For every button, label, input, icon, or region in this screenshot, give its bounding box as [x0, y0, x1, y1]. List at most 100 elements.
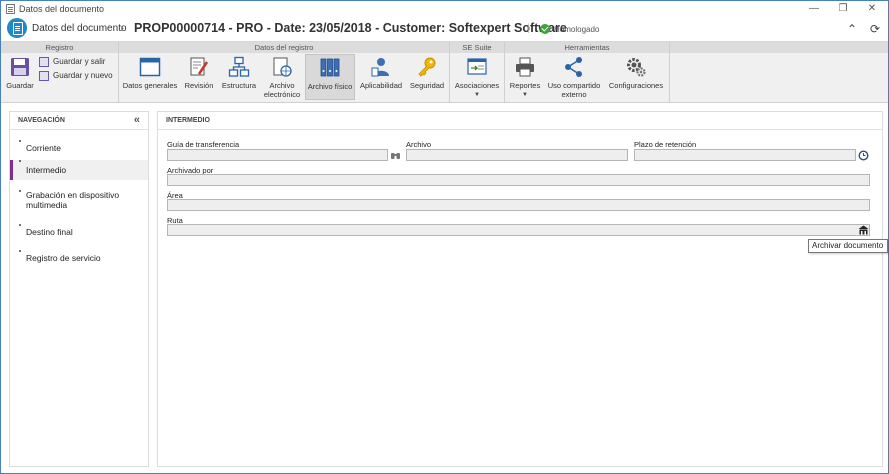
nav-item-registro-servicio[interactable]: Registro de servicio: [10, 250, 148, 266]
close-button[interactable]: ✕: [858, 2, 886, 16]
title-bar: Datos del documento — ❐ ✕: [1, 1, 888, 17]
window-title: Datos del documento: [19, 4, 105, 14]
navigation-title: NAVEGACIÓN: [18, 117, 65, 124]
group-datos-registro: Datos del registro: [119, 42, 449, 53]
revision-button[interactable]: Revisión: [182, 54, 216, 100]
document-window: Datos del documento — ❐ ✕ Datos del docu…: [0, 0, 889, 474]
seguridad-button[interactable]: Seguridad: [407, 54, 447, 100]
share-icon: [565, 57, 582, 77]
save-button[interactable]: Guardar: [4, 54, 36, 100]
archivo-electronico-button[interactable]: Archivo electrónico: [262, 54, 302, 100]
status-badge: Homologado: [554, 25, 600, 34]
reportes-label: Reportes: [509, 81, 541, 90]
key-icon: [418, 57, 436, 77]
estructura-button[interactable]: Estructura: [220, 54, 258, 100]
save-label: Guardar: [6, 81, 34, 90]
floppy-disk-icon: [11, 58, 29, 76]
plazo-retencion-input[interactable]: [634, 149, 856, 161]
aplicabilidad-button[interactable]: Aplicabilidad: [358, 54, 404, 100]
archivo-electronico-label-2: electrónico: [263, 90, 301, 99]
printer-icon: [516, 57, 534, 77]
navigation-header: NAVEGACIÓN «: [10, 112, 148, 130]
binders-icon: [320, 58, 340, 77]
group-se-suite: SE Suite: [450, 42, 504, 53]
nav-item-label: Corriente: [26, 143, 61, 153]
main-panel: INTERMEDIO Guía de transferencia Archivo…: [157, 111, 883, 467]
archive-building-icon[interactable]: [858, 225, 869, 236]
breadcrumb[interactable]: Datos del documento: [32, 23, 127, 34]
configuraciones-label: Configuraciones: [608, 81, 664, 90]
refresh-icon[interactable]: ⟳: [867, 21, 883, 37]
group-herramientas: Herramientas: [505, 42, 669, 53]
page-title: PROP00000714 - PRO - Date: 23/05/2018 - …: [134, 21, 567, 35]
chevron-right-icon: ›: [120, 21, 124, 35]
restore-button[interactable]: ❐: [829, 2, 857, 16]
hierarchy-icon: [228, 56, 250, 77]
uso-compartido-externo-button[interactable]: Uso compartido externo: [546, 54, 602, 100]
chevron-down-icon: ▼: [474, 92, 480, 98]
plazo-retencion-label: Plazo de retención: [634, 140, 697, 149]
tooltip: Archivar documento: [808, 239, 888, 253]
save-and-exit-label: Guardar y salir: [53, 57, 106, 66]
collapse-ribbon-icon[interactable]: ⌃: [844, 21, 860, 37]
divider: |: [527, 23, 530, 34]
group-empty: [670, 42, 888, 53]
group-divider: [669, 42, 670, 102]
nav-item-label: Grabación en dispositivo multimedia: [26, 190, 120, 210]
binoculars-icon[interactable]: [390, 150, 401, 161]
archivo-fisico-button[interactable]: Archivo físico: [305, 54, 355, 100]
area-input[interactable]: [167, 199, 870, 211]
reportes-button[interactable]: Reportes ▼: [508, 54, 542, 100]
document-app-icon: [6, 4, 15, 14]
window-form-icon: [139, 57, 161, 77]
group-registro: Registro: [1, 42, 118, 53]
group-divider: [449, 42, 450, 102]
group-divider: [504, 42, 505, 102]
archivado-por-input[interactable]: [167, 174, 870, 186]
guia-transferencia-label: Guía de transferencia: [167, 140, 240, 149]
associations-icon: [467, 58, 487, 75]
archivo-electronico-label-1: Archivo: [269, 81, 295, 90]
estructura-label: Estructura: [221, 81, 257, 90]
asociaciones-label: Asociaciones: [454, 81, 500, 90]
aplicabilidad-label: Aplicabilidad: [359, 81, 403, 90]
save-and-new-button[interactable]: Guardar y nuevo: [39, 70, 113, 82]
save-new-icon: [39, 71, 49, 81]
uso-compartido-label-1: Uso compartido: [547, 81, 601, 90]
document-icon: [7, 18, 27, 38]
minimize-button[interactable]: —: [800, 2, 828, 16]
archivo-fisico-label: Archivo físico: [307, 82, 353, 91]
nav-item-intermedio[interactable]: Intermedio: [10, 160, 148, 180]
user-shield-icon: [371, 58, 389, 77]
nav-item-destino-final[interactable]: Destino final: [10, 224, 148, 240]
save-and-exit-button[interactable]: Guardar y salir: [39, 56, 105, 68]
ruta-input[interactable]: [167, 224, 870, 236]
document-edit-icon: [190, 57, 209, 76]
datos-generales-button[interactable]: Datos generales: [122, 54, 178, 100]
asociaciones-button[interactable]: Asociaciones ▼: [453, 54, 501, 100]
electronic-file-icon: [273, 57, 292, 77]
save-exit-icon: [39, 57, 49, 67]
ribbon-toolbar: Registro Datos del registro SE Suite Her…: [1, 41, 888, 103]
archivo-input[interactable]: [406, 149, 628, 161]
navigation-panel: NAVEGACIÓN « Corriente Intermedio Grabac…: [9, 111, 149, 467]
archivo-label: Archivo: [406, 140, 432, 149]
datos-generales-label: Datos generales: [122, 81, 178, 90]
gears-icon: [627, 58, 646, 77]
nav-item-corriente[interactable]: Corriente: [10, 140, 148, 156]
guia-transferencia-input[interactable]: [167, 149, 388, 161]
chevron-down-icon: ▼: [522, 92, 528, 98]
document-header: Datos del documento › PROP00000714 - PRO…: [1, 17, 888, 41]
revision-label: Revisión: [184, 81, 214, 90]
group-divider: [118, 42, 119, 102]
seguridad-label: Seguridad: [409, 81, 445, 90]
collapse-left-icon[interactable]: «: [134, 112, 140, 129]
nav-item-label: Registro de servicio: [26, 253, 101, 263]
save-and-new-label: Guardar y nuevo: [53, 71, 113, 80]
uso-compartido-label-2: externo: [561, 90, 587, 99]
clock-icon[interactable]: [858, 150, 869, 161]
nav-item-label: Destino final: [26, 227, 73, 237]
configuraciones-button[interactable]: Configuraciones: [607, 54, 665, 100]
section-title: INTERMEDIO: [158, 112, 882, 130]
nav-item-grabacion[interactable]: Grabación en dispositivo multimedia: [10, 190, 148, 210]
